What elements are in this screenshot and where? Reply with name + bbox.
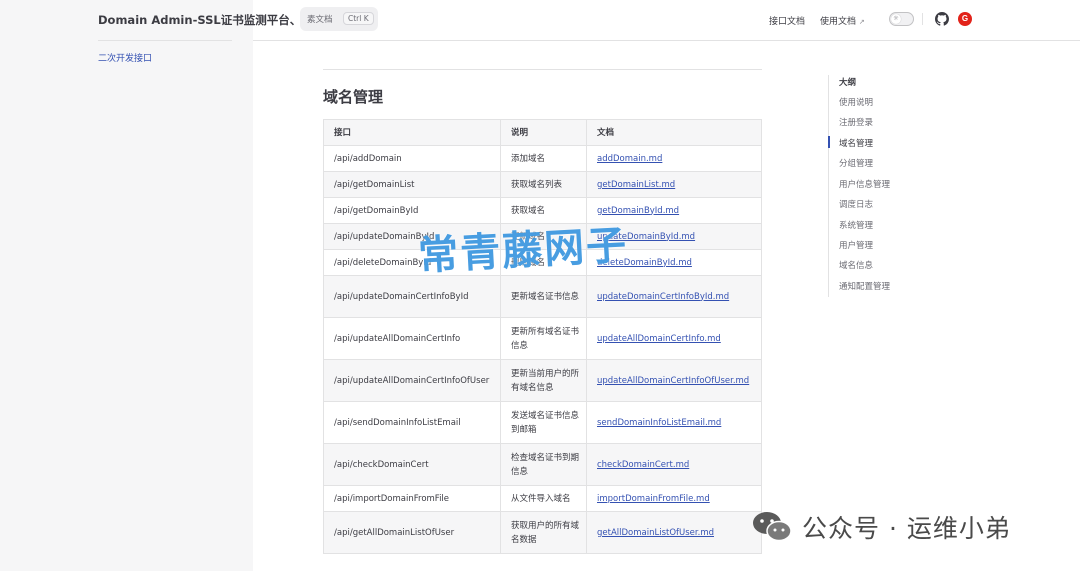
outline-item-active[interactable]: 域名管理 <box>839 137 873 149</box>
column-header-desc: 说明 <box>500 119 587 146</box>
doc-link[interactable]: updateAllDomainCertInfo.md <box>597 334 721 344</box>
github-icon[interactable] <box>935 12 949 26</box>
table-row: /api/getAllDomainListOfUser 获取用户的所有域名数据 … <box>323 511 762 554</box>
cell-doc: importDomainFromFile.md <box>586 485 762 512</box>
nav-divider <box>922 13 923 25</box>
cell-api: /api/getAllDomainListOfUser <box>323 511 501 554</box>
table-row: /api/updateDomainCertInfoById 更新域名证书信息 u… <box>323 275 762 318</box>
cell-desc: 从文件导入域名 <box>500 485 587 512</box>
sidebar-item-secondary-dev-api[interactable]: 二次开发接口 <box>98 51 152 64</box>
outline-item[interactable]: 使用说明 <box>839 96 873 108</box>
column-header-doc: 文档 <box>586 119 762 146</box>
table-row: /api/sendDomainInfoListEmail 发送域名证书信息到邮箱… <box>323 401 762 444</box>
wechat-text: 公众号 · 运维小弟 <box>802 514 1011 543</box>
cell-doc: updateAllDomainCertInfoOfUser.md <box>586 359 762 402</box>
table-row: /api/updateAllDomainCertInfo 更新所有域名证书信息 … <box>323 317 762 360</box>
column-header-api: 接口 <box>323 119 501 146</box>
outline-item[interactable]: 用户信息管理 <box>839 178 890 190</box>
cell-desc: 获取用户的所有域名数据 <box>500 511 587 554</box>
outline-item[interactable]: 域名信息 <box>839 259 873 271</box>
cell-desc: 检查域名证书到期信息 <box>500 443 587 486</box>
cell-doc: getAllDomainListOfUser.md <box>586 511 762 554</box>
cell-api: /api/checkDomainCert <box>323 443 501 486</box>
doc-link[interactable]: updateAllDomainCertInfoOfUser.md <box>597 376 749 386</box>
doc-link[interactable]: importDomainFromFile.md <box>597 494 710 504</box>
cell-api: /api/updateAllDomainCertInfo <box>323 317 501 360</box>
outline-item[interactable]: 分组管理 <box>839 157 873 169</box>
cell-desc: 发送域名证书信息到邮箱 <box>500 401 587 444</box>
cell-desc: 更新所有域名证书信息 <box>500 317 587 360</box>
outline-item[interactable]: 系统管理 <box>839 219 873 231</box>
outline-item[interactable]: 用户管理 <box>839 239 873 251</box>
table-header-row: 接口 说明 文档 <box>323 119 762 146</box>
api-table: 接口 说明 文档 /api/addDomain 添加域名 addDomain.m… <box>323 119 762 554</box>
cell-doc: updateAllDomainCertInfo.md <box>586 317 762 360</box>
nav-link-usage-docs[interactable]: 使用文档 ↗ <box>820 14 865 27</box>
page-heading: 域名管理 <box>323 88 384 106</box>
cell-doc: checkDomainCert.md <box>586 443 762 486</box>
overlay-watermark: 常青藤网子 <box>417 222 630 280</box>
wechat-icon <box>753 512 792 542</box>
cell-doc: updateDomainCertInfoById.md <box>586 275 762 318</box>
cell-doc: addDomain.md <box>586 145 762 172</box>
cell-doc: sendDomainInfoListEmail.md <box>586 401 762 444</box>
sidebar-divider <box>98 40 232 41</box>
outline-item[interactable]: 调度日志 <box>839 198 873 210</box>
nav-link-api-docs[interactable]: 接口文档 <box>769 14 805 27</box>
doc-link[interactable]: addDomain.md <box>597 154 662 164</box>
cell-desc: 更新域名证书信息 <box>500 275 587 318</box>
wechat-watermark: 公众号 · 运维小弟 <box>752 510 1011 544</box>
cell-doc: getDomainList.md <box>586 171 762 198</box>
cell-api: /api/addDomain <box>323 145 501 172</box>
table-row: /api/addDomain 添加域名 addDomain.md <box>323 145 762 172</box>
doc-link[interactable]: sendDomainInfoListEmail.md <box>597 418 721 428</box>
search-shortcut-key: Ctrl K <box>343 12 374 25</box>
content-divider <box>323 69 762 70</box>
sidebar <box>0 0 253 571</box>
doc-link[interactable]: getDomainList.md <box>597 180 675 190</box>
cell-api: /api/sendDomainInfoListEmail <box>323 401 501 444</box>
doc-link[interactable]: getAllDomainListOfUser.md <box>597 528 714 538</box>
outline-item[interactable]: 注册登录 <box>839 116 873 128</box>
table-row: /api/importDomainFromFile 从文件导入域名 import… <box>323 485 762 512</box>
table-row: /api/checkDomainCert 检查域名证书到期信息 checkDom… <box>323 443 762 486</box>
cell-desc: 获取域名列表 <box>500 171 587 198</box>
cell-desc: 更新当前用户的所有域名信息 <box>500 359 587 402</box>
nav-link-api-docs-label: 接口文档 <box>769 17 806 27</box>
outline-track <box>828 75 829 297</box>
sun-icon: ☼ <box>891 14 901 24</box>
table-row: /api/getDomainList 获取域名列表 getDomainList.… <box>323 171 762 198</box>
nav-link-usage-docs-label: 使用文档 <box>820 17 857 27</box>
cell-api: /api/updateAllDomainCertInfoOfUser <box>323 359 501 402</box>
cell-api: /api/importDomainFromFile <box>323 485 501 512</box>
cell-desc: 添加域名 <box>500 145 587 172</box>
cell-api: /api/getDomainList <box>323 171 501 198</box>
table-row: /api/updateAllDomainCertInfoOfUser 更新当前用… <box>323 359 762 402</box>
outline-item[interactable]: 通知配置管理 <box>839 280 890 292</box>
topnav-border <box>253 40 1080 41</box>
doc-link[interactable]: updateDomainCertInfoById.md <box>597 292 729 302</box>
cell-api: /api/updateDomainCertInfoById <box>323 275 501 318</box>
outline-active-marker <box>828 136 830 148</box>
external-link-icon: ↗ <box>858 18 865 26</box>
theme-toggle[interactable]: ☼ <box>889 12 914 26</box>
doc-link[interactable]: checkDomainCert.md <box>597 460 689 470</box>
search-placeholder[interactable]: 素文档 <box>307 13 333 25</box>
outline-title: 大纲 <box>839 78 857 88</box>
gitee-icon[interactable]: G <box>958 12 972 26</box>
